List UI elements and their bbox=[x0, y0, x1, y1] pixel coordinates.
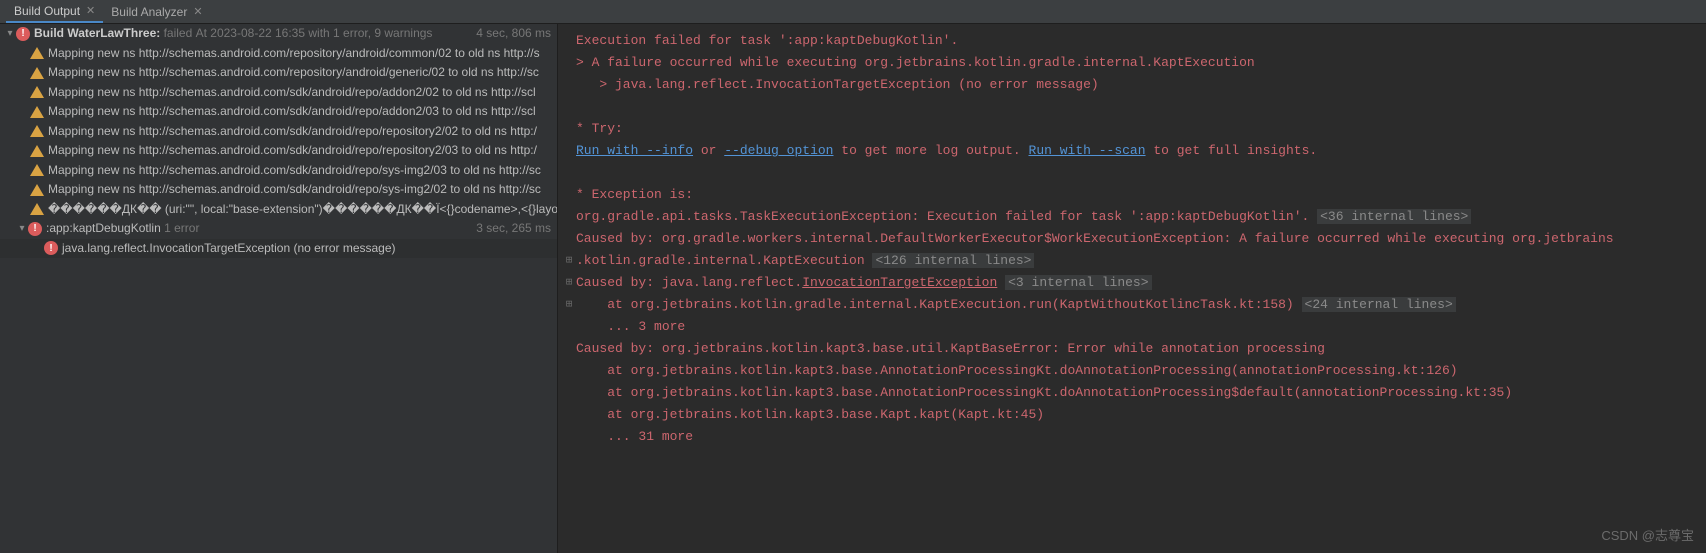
warning-text: Mapping new ns http://schemas.android.co… bbox=[48, 142, 537, 160]
run-info-link[interactable]: Run with --info bbox=[576, 143, 693, 158]
build-title: Build WaterLawThree: bbox=[34, 25, 160, 43]
console-text: to get full insights. bbox=[1146, 143, 1318, 158]
expand-icon[interactable]: ⊞ bbox=[562, 250, 576, 272]
main-panel: ▾ ! Build WaterLawThree: failed At 2023-… bbox=[0, 24, 1706, 553]
chevron-down-icon[interactable]: ▾ bbox=[4, 25, 16, 43]
console-line: ... 3 more bbox=[576, 319, 685, 334]
tree-error-row[interactable]: ! java.lang.reflect.InvocationTargetExce… bbox=[0, 239, 557, 259]
expand-icon[interactable]: ⊞ bbox=[562, 294, 576, 316]
console-line: > A failure occurred while executing org… bbox=[576, 55, 1255, 70]
console-text: or bbox=[693, 143, 724, 158]
close-icon[interactable]: ✕ bbox=[193, 5, 202, 18]
tree-warning-row[interactable]: Mapping new ns http://schemas.android.co… bbox=[0, 161, 557, 181]
exception-link[interactable]: InvocationTargetException bbox=[802, 275, 997, 290]
watermark: CSDN @志尊宝 bbox=[1601, 525, 1694, 547]
run-scan-link[interactable]: Run with --scan bbox=[1029, 143, 1146, 158]
tab-label: Build Analyzer bbox=[111, 5, 187, 19]
warning-text: Mapping new ns http://schemas.android.co… bbox=[48, 84, 536, 102]
tree-warning-row[interactable]: Mapping new ns http://schemas.android.co… bbox=[0, 83, 557, 103]
console-line: * Try: bbox=[576, 121, 623, 136]
console-line: Execution failed for task ':app:kaptDebu… bbox=[576, 33, 958, 48]
tree-root-row[interactable]: ▾ ! Build WaterLawThree: failed At 2023-… bbox=[0, 24, 557, 44]
error-icon: ! bbox=[16, 27, 30, 41]
tree-warning-row[interactable]: Mapping new ns http://schemas.android.co… bbox=[0, 180, 557, 200]
error-text: java.lang.reflect.InvocationTargetExcept… bbox=[62, 240, 396, 258]
warning-text: Mapping new ns http://schemas.android.co… bbox=[48, 64, 539, 82]
error-icon: ! bbox=[28, 222, 42, 236]
warning-icon bbox=[30, 86, 44, 98]
console-line: * Exception is: bbox=[576, 187, 693, 202]
warning-text: Mapping new ns http://schemas.android.co… bbox=[48, 181, 541, 199]
console-line: at org.jetbrains.kotlin.gradle.internal.… bbox=[576, 297, 1302, 312]
warning-text: Mapping new ns http://schemas.android.co… bbox=[48, 162, 541, 180]
warning-text: Mapping new ns http://schemas.android.co… bbox=[48, 123, 537, 141]
console-text: Caused by: java.lang.reflect. bbox=[576, 275, 802, 290]
fold-hint[interactable]: <24 internal lines> bbox=[1302, 297, 1456, 312]
close-icon[interactable]: ✕ bbox=[86, 4, 95, 17]
console-line: at org.jetbrains.kotlin.kapt3.base.Annot… bbox=[576, 385, 1512, 400]
console-text: to get more log output. bbox=[833, 143, 1028, 158]
tab-bar: Build Output ✕ Build Analyzer ✕ bbox=[0, 0, 1706, 24]
expand-icon[interactable]: ⊞ bbox=[562, 272, 576, 294]
fold-hint[interactable]: <36 internal lines> bbox=[1317, 209, 1471, 224]
console-line: ... 31 more bbox=[576, 429, 693, 444]
warning-icon bbox=[30, 67, 44, 79]
build-status: failed bbox=[164, 25, 193, 43]
warning-text: Mapping new ns http://schemas.android.co… bbox=[48, 103, 536, 121]
fold-hint[interactable]: <126 internal lines> bbox=[872, 253, 1034, 268]
build-tree: ▾ ! Build WaterLawThree: failed At 2023-… bbox=[0, 24, 558, 553]
tree-warning-row[interactable]: Mapping new ns http://schemas.android.co… bbox=[0, 63, 557, 83]
console-panel: Execution failed for task ':app:kaptDebu… bbox=[558, 24, 1706, 553]
build-meta: At 2023-08-22 16:35 with 1 error, 9 warn… bbox=[196, 25, 433, 43]
tree-task-row[interactable]: ▾ ! :app:kaptDebugKotlin 1 error 3 sec, … bbox=[0, 219, 557, 239]
task-meta: 1 error bbox=[164, 220, 199, 238]
tab-label: Build Output bbox=[14, 4, 80, 18]
warning-text: ������ДК�� (uri:"", local:"base-extensio… bbox=[48, 201, 557, 219]
tree-warning-row[interactable]: Mapping new ns http://schemas.android.co… bbox=[0, 102, 557, 122]
warning-icon bbox=[30, 203, 44, 215]
warning-text: Mapping new ns http://schemas.android.co… bbox=[48, 45, 540, 63]
console-text bbox=[997, 275, 1005, 290]
console-line: .kotlin.gradle.internal.KaptExecution bbox=[576, 253, 872, 268]
warning-icon bbox=[30, 184, 44, 196]
tree-warning-row[interactable]: Mapping new ns http://schemas.android.co… bbox=[0, 122, 557, 142]
warning-icon bbox=[30, 125, 44, 137]
tab-build-analyzer[interactable]: Build Analyzer ✕ bbox=[103, 2, 210, 22]
tree-warning-row[interactable]: ������ДК�� (uri:"", local:"base-extensio… bbox=[0, 200, 557, 220]
console-line: at org.jetbrains.kotlin.kapt3.base.Annot… bbox=[576, 363, 1458, 378]
task-time: 3 sec, 265 ms bbox=[468, 220, 551, 238]
console-line: Caused by: org.gradle.workers.internal.D… bbox=[576, 231, 1614, 246]
console-line: at org.jetbrains.kotlin.kapt3.base.Kapt.… bbox=[576, 407, 1044, 422]
console-line: > java.lang.reflect.InvocationTargetExce… bbox=[576, 77, 1099, 92]
warning-icon bbox=[30, 145, 44, 157]
tab-build-output[interactable]: Build Output ✕ bbox=[6, 1, 103, 23]
chevron-down-icon[interactable]: ▾ bbox=[16, 220, 28, 238]
build-time: 4 sec, 806 ms bbox=[468, 25, 551, 43]
tree-warning-row[interactable]: Mapping new ns http://schemas.android.co… bbox=[0, 141, 557, 161]
debug-option-link[interactable]: --debug option bbox=[724, 143, 833, 158]
console-line: Caused by: org.jetbrains.kotlin.kapt3.ba… bbox=[576, 341, 1325, 356]
warning-icon bbox=[30, 106, 44, 118]
error-icon: ! bbox=[44, 241, 58, 255]
warning-icon bbox=[30, 164, 44, 176]
warning-icon bbox=[30, 47, 44, 59]
fold-hint[interactable]: <3 internal lines> bbox=[1005, 275, 1151, 290]
console-line: org.gradle.api.tasks.TaskExecutionExcept… bbox=[576, 209, 1317, 224]
tree-warning-row[interactable]: Mapping new ns http://schemas.android.co… bbox=[0, 44, 557, 64]
task-name: :app:kaptDebugKotlin bbox=[46, 220, 161, 238]
